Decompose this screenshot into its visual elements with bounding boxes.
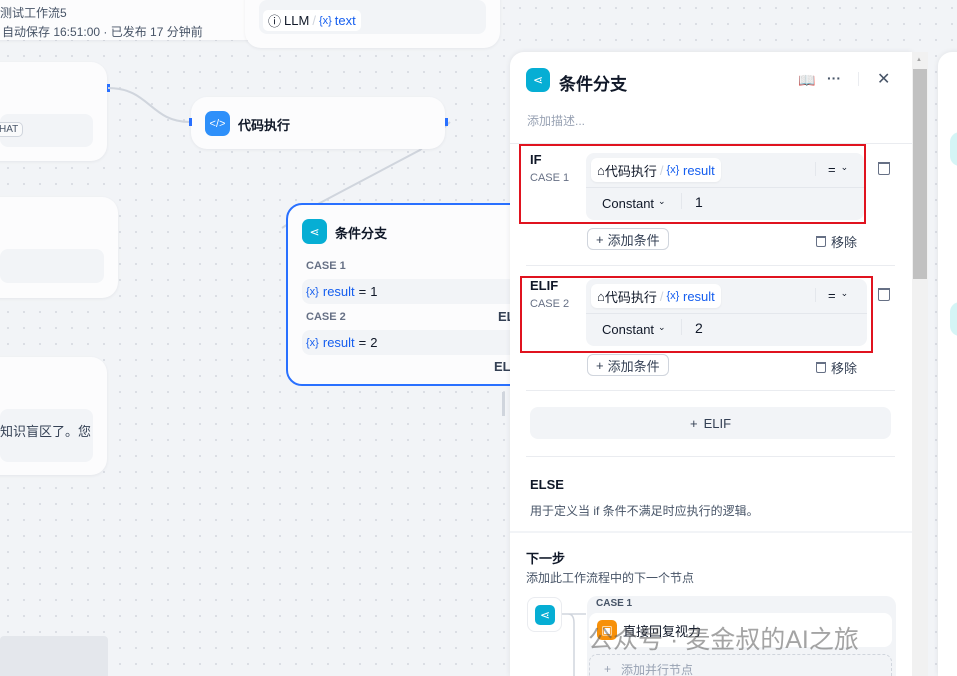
description-input[interactable]: 添加描述...: [527, 112, 585, 129]
minimap[interactable]: [0, 636, 108, 676]
case-condition: {x} result = 1: [302, 279, 532, 304]
code-node[interactable]: </> 代码执行: [191, 97, 445, 149]
variable-icon: {x}: [306, 336, 319, 349]
branch-icon: ⋖: [302, 219, 327, 244]
code-node-title: 代码执行: [238, 118, 291, 133]
add-condition-button[interactable]: + 添加条件: [587, 354, 669, 376]
plus-icon: +: [596, 357, 604, 373]
remove-case-button[interactable]: 移除: [816, 232, 857, 251]
branch-label: EL: [494, 359, 511, 374]
current-node-thumb: ⋖: [527, 597, 562, 632]
case-label: CASE 1: [596, 598, 633, 609]
branch-icon: ⋖: [526, 68, 550, 92]
variable-icon: {x}: [306, 285, 319, 298]
case-condition: {x} result = 2: [302, 330, 532, 355]
input-handle[interactable]: [189, 118, 192, 126]
trash-icon[interactable]: [878, 288, 890, 301]
panel-title[interactable]: 条件分支: [559, 70, 627, 95]
node-settings-panel: ⋖ 条件分支 📖 ··· ✕ 添加描述... IF CASE 1 ⌂ 代码执行 /{…: [510, 52, 912, 676]
add-parallel-node-button[interactable]: + 添加并行节点: [589, 654, 892, 676]
remove-case-button[interactable]: 移除: [816, 358, 857, 377]
case-label: CASE 1: [306, 260, 346, 272]
if-node[interactable]: ⋖ 条件分支 CASE 1 {x} result = 1 CASE 2 EL {x} r…: [286, 203, 532, 386]
trash-icon: [816, 362, 826, 373]
add-elif-button[interactable]: + ELIF: [530, 407, 891, 439]
left-node-text: 知识盲区了。您: [0, 424, 92, 439]
else-title: ELSE: [530, 477, 564, 492]
highlight-box: [519, 144, 866, 224]
scrollbar[interactable]: ▲: [912, 52, 928, 676]
plus-icon: +: [596, 231, 604, 247]
edge-stub: [502, 392, 505, 416]
output-handle[interactable]: [445, 118, 448, 126]
more-icon[interactable]: ···: [827, 70, 841, 86]
scrollbar-thumb[interactable]: [913, 69, 927, 279]
if-node-title: 条件分支: [335, 226, 388, 241]
trash-icon[interactable]: [878, 162, 890, 175]
book-icon[interactable]: 📖: [798, 72, 815, 89]
highlight-box: [520, 276, 873, 353]
branch-icon: ⋖: [535, 605, 555, 625]
trash-icon: [816, 236, 826, 247]
edge-start-code: [107, 87, 191, 123]
case-label: CASE 2: [306, 311, 346, 323]
next-step-desc: 添加此工作流程中的下一个节点: [526, 571, 695, 585]
scroll-up-icon[interactable]: ▲: [916, 57, 922, 63]
else-description: 用于定义当 if 条件不满足时应执行的逻辑。: [530, 504, 759, 518]
close-icon[interactable]: ✕: [877, 69, 890, 89]
next-step-title: 下一步: [526, 551, 566, 566]
plus-icon: +: [604, 662, 612, 676]
watermark: 公众号 · 麦金叔的AI之旅: [588, 626, 859, 654]
add-condition-button[interactable]: + 添加条件: [587, 228, 669, 250]
right-panel: [938, 52, 957, 676]
code-icon: </>: [205, 111, 230, 136]
plus-icon: +: [689, 415, 698, 431]
